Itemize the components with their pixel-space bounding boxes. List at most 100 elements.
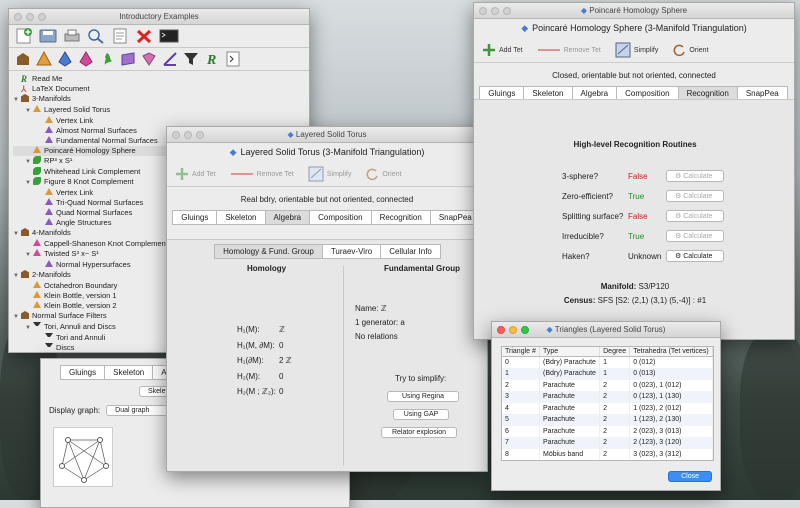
triangulation-4d-icon[interactable] — [78, 51, 94, 67]
simplify-icon — [308, 166, 324, 182]
close-window-button[interactable] — [14, 13, 22, 21]
table-row[interactable]: 2 Parachute 2 0 (023), 1 (012) — [502, 379, 713, 391]
disclosure-triangle-icon[interactable]: ▼ — [13, 312, 21, 322]
using-gap-button[interactable]: Using GAP — [393, 409, 449, 420]
table-row[interactable]: 0 (Bdry) Parachute 1 0 (012) — [502, 356, 713, 368]
subtab-turaev-viro[interactable]: Turaev-Viro — [321, 244, 382, 259]
tree-item[interactable]: ▼ Layered Solid Torus — [13, 105, 305, 116]
regina-r-icon[interactable]: R — [204, 51, 220, 67]
zoom-window-button[interactable] — [521, 326, 529, 334]
calculate-button[interactable]: ⚙ Calculate — [666, 210, 724, 222]
tab-skeleton[interactable]: Skeleton — [104, 365, 154, 380]
minimize-window-button[interactable] — [26, 13, 34, 21]
column-header[interactable]: Degree — [599, 347, 631, 357]
recognition-question: Irreducible? — [562, 231, 604, 241]
calculate-label: Calculate — [683, 233, 713, 240]
table-row[interactable]: 7 Parachute 2 2 (123), 3 (120) — [502, 437, 713, 449]
delete-icon[interactable] — [135, 28, 153, 44]
surfaces-icon — [45, 260, 53, 267]
minimize-window-button[interactable] — [184, 131, 192, 139]
disclosure-triangle-icon[interactable]: ▼ — [25, 157, 33, 167]
census-line: Census: SFS [S2: (2,1) (3,1) (5,-4)] : #… — [474, 296, 794, 305]
tab-skeleton[interactable]: Skeleton — [216, 210, 266, 225]
triangulation-3d-icon[interactable] — [57, 51, 73, 67]
new-icon[interactable] — [15, 28, 33, 44]
simplify-button[interactable]: Simplify — [615, 42, 658, 58]
window-title: Introductory Examples — [119, 12, 199, 21]
subtab-cellular-info[interactable]: Cellular Info — [380, 244, 441, 259]
calculate-button[interactable]: ⚙ Calculate — [666, 250, 724, 262]
table-cell: 3 (023), 3 (312) — [629, 448, 713, 460]
pdf-icon: ⅄ — [21, 84, 27, 94]
column-header[interactable]: Tetrahedra (Tet vertices) — [629, 347, 713, 357]
disclosure-triangle-icon[interactable]: ▼ — [25, 106, 33, 116]
using-regina-button[interactable]: Using Regina — [387, 391, 459, 402]
surfaces-icon[interactable] — [120, 51, 136, 67]
remove-tet-button[interactable]: Remove Tet — [537, 47, 601, 54]
orient-button[interactable]: Orient — [672, 43, 708, 57]
zoom-window-button[interactable] — [196, 131, 204, 139]
snappea-icon[interactable] — [99, 51, 115, 67]
filter-icon[interactable] — [183, 51, 199, 67]
terminal-icon[interactable] — [159, 28, 179, 44]
tree-item[interactable]: ▼ 3-Manifolds — [13, 94, 305, 105]
simplify-button[interactable]: Simplify — [308, 166, 351, 182]
document-icon[interactable] — [111, 28, 129, 44]
window-controls — [14, 13, 46, 21]
save-icon[interactable] — [39, 28, 57, 44]
remove-tet-button[interactable]: Remove Tet — [230, 171, 294, 178]
triangulation-2d-icon[interactable] — [36, 51, 52, 67]
table-row[interactable]: 4 Parachute 2 1 (023), 2 (012) — [502, 402, 713, 414]
disclosure-triangle-icon[interactable]: ▼ — [13, 271, 21, 281]
calculate-button[interactable]: ⚙ Calculate — [666, 230, 724, 242]
minimize-window-button[interactable] — [509, 326, 517, 334]
container-icon[interactable] — [15, 51, 31, 67]
orient-icon — [673, 44, 686, 57]
column-header[interactable]: Type — [539, 347, 601, 357]
print-icon[interactable] — [63, 28, 81, 44]
homology-value: 0 — [279, 340, 284, 350]
subtab-homology[interactable]: Homology & Fund. Group — [214, 244, 323, 259]
table-row[interactable]: 5 Parachute 2 1 (123), 2 (130) — [502, 414, 713, 426]
relator-explosion-button[interactable]: Relator explosion — [381, 427, 457, 438]
close-button[interactable]: Close — [668, 471, 712, 482]
tab-gluings[interactable]: Gluings — [172, 210, 218, 225]
add-tet-button[interactable]: Add Tet — [175, 167, 216, 181]
disclosure-triangle-icon[interactable]: ▼ — [13, 229, 21, 239]
minimize-window-button[interactable] — [491, 7, 499, 15]
homology-label: H₁(∂M): — [237, 356, 264, 365]
column-header[interactable]: Triangle # — [502, 347, 540, 357]
recognition-answer: Unknown — [628, 251, 662, 261]
calculate-button[interactable]: ⚙ Calculate — [666, 170, 724, 182]
script-icon[interactable] — [225, 51, 241, 67]
disclosure-triangle-icon[interactable]: ▼ — [25, 178, 33, 188]
table-row[interactable]: 6 Parachute 2 2 (023), 3 (013) — [502, 425, 713, 437]
disclosure-triangle-icon[interactable]: ▼ — [25, 323, 33, 333]
zoom-window-button[interactable] — [503, 7, 511, 15]
search-icon[interactable] — [87, 28, 105, 44]
table-cell: Parachute — [539, 391, 601, 403]
disclosure-triangle-icon[interactable]: ▼ — [13, 95, 21, 105]
tree-item-label: Klein Bottle, version 2 — [44, 301, 117, 310]
hypersurfaces-icon[interactable] — [141, 51, 157, 67]
zoom-window-button[interactable] — [38, 13, 46, 21]
close-window-button[interactable] — [479, 7, 487, 15]
calculate-button[interactable]: ⚙ Calculate — [666, 190, 724, 202]
add-tet-button[interactable]: Add Tet — [482, 43, 523, 57]
tab-algebra[interactable]: Algebra — [264, 210, 311, 225]
angles-icon[interactable] — [162, 51, 178, 67]
tab-gluings[interactable]: Gluings — [60, 365, 106, 380]
tab-recognition[interactable]: Recognition — [370, 210, 431, 225]
table-row[interactable]: 8 Möbius band 2 3 (023), 3 (312) — [502, 448, 713, 460]
table-row[interactable]: 1 (Bdry) Parachute 1 0 (013) — [502, 368, 713, 380]
tree-item[interactable]: Vertex Link — [13, 116, 305, 126]
table-row[interactable]: 3 Parachute 2 0 (123), 1 (130) — [502, 391, 713, 403]
close-window-button[interactable] — [497, 326, 505, 334]
orient-button[interactable]: Orient — [365, 167, 401, 181]
surfaces-icon — [45, 208, 53, 215]
tab-composition[interactable]: Composition — [309, 210, 372, 225]
close-window-button[interactable] — [172, 131, 180, 139]
disclosure-triangle-icon[interactable]: ▼ — [25, 250, 33, 260]
tree-item[interactable]: ⅄ LaTeX Document — [13, 84, 305, 94]
tree-item[interactable]: R Read Me — [13, 74, 305, 84]
